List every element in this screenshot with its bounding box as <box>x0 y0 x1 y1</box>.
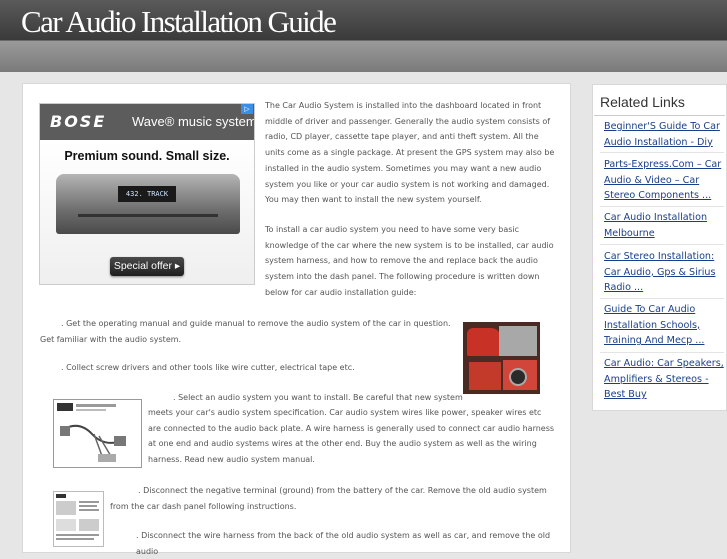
sidebar-divider <box>600 244 724 245</box>
article-install-intro: To install a car audio system you need t… <box>265 225 554 297</box>
step-1-text: . Get the operating manual and guide man… <box>40 319 451 344</box>
related-link-best-buy[interactable]: Car Audio: Car Speakers, Amplifiers & St… <box>604 356 724 403</box>
ad-product-name: Wave® music system <box>132 114 255 129</box>
car-audio-photo <box>463 322 540 394</box>
sidebar-divider <box>600 352 724 353</box>
bose-logo: BOSE <box>50 112 107 131</box>
ad-headline: Premium sound. Small size. <box>64 149 230 163</box>
sidebar-divider <box>600 152 724 153</box>
related-link-beginners-guide[interactable]: Beginner'S Guide To Car Audio Installati… <box>604 119 724 150</box>
adchoices-icon[interactable]: ▷ <box>241 104 253 114</box>
ad-body: Premium sound. Small size. 432. TRACK Sp… <box>40 140 254 284</box>
ad-banner-top: BOSE Wave® music system ▷ <box>40 104 254 140</box>
wiring-harness-diagram <box>53 399 142 468</box>
stereo-display: 432. TRACK <box>118 186 176 202</box>
step-2-text: . Collect screw drivers and other tools … <box>61 363 355 372</box>
manual-page-thumbnail <box>53 491 104 547</box>
step-5-text: . Disconnect the wire harness from the b… <box>136 531 551 556</box>
stereo-image: 432. TRACK <box>56 174 240 234</box>
sidebar-title-divider <box>594 115 725 116</box>
special-offer-button[interactable]: Special offer ▸ <box>110 257 184 276</box>
site-header: Car Audio Installation Guide <box>0 0 727 72</box>
step-4-text: . Disconnect the negative terminal (grou… <box>110 486 547 511</box>
article-intro: The Car Audio System is installed into t… <box>265 101 555 205</box>
related-links-title: Related Links <box>600 94 685 110</box>
stereo-cd-slot <box>78 214 218 217</box>
related-link-stereo-installation[interactable]: Car Stereo Installation: Car Audio, Gps … <box>604 249 724 296</box>
bose-advertisement[interactable]: BOSE Wave® music system ▷ Premium sound.… <box>39 103 255 285</box>
sidebar-divider <box>600 206 724 207</box>
step-3-text: meets your car's audio system specificat… <box>148 408 555 465</box>
related-link-schools[interactable]: Guide To Car Audio Installation Schools,… <box>604 302 724 349</box>
step-3-lead-text: . Select an audio system you want to ins… <box>173 393 463 402</box>
related-link-parts-express[interactable]: Parts-Express.Com – Car Audio & Video – … <box>604 157 724 204</box>
site-title[interactable]: Car Audio Installation Guide <box>21 4 337 40</box>
sidebar-divider <box>600 298 724 299</box>
related-link-melbourne[interactable]: Car Audio Installation Melbourne <box>604 210 724 241</box>
